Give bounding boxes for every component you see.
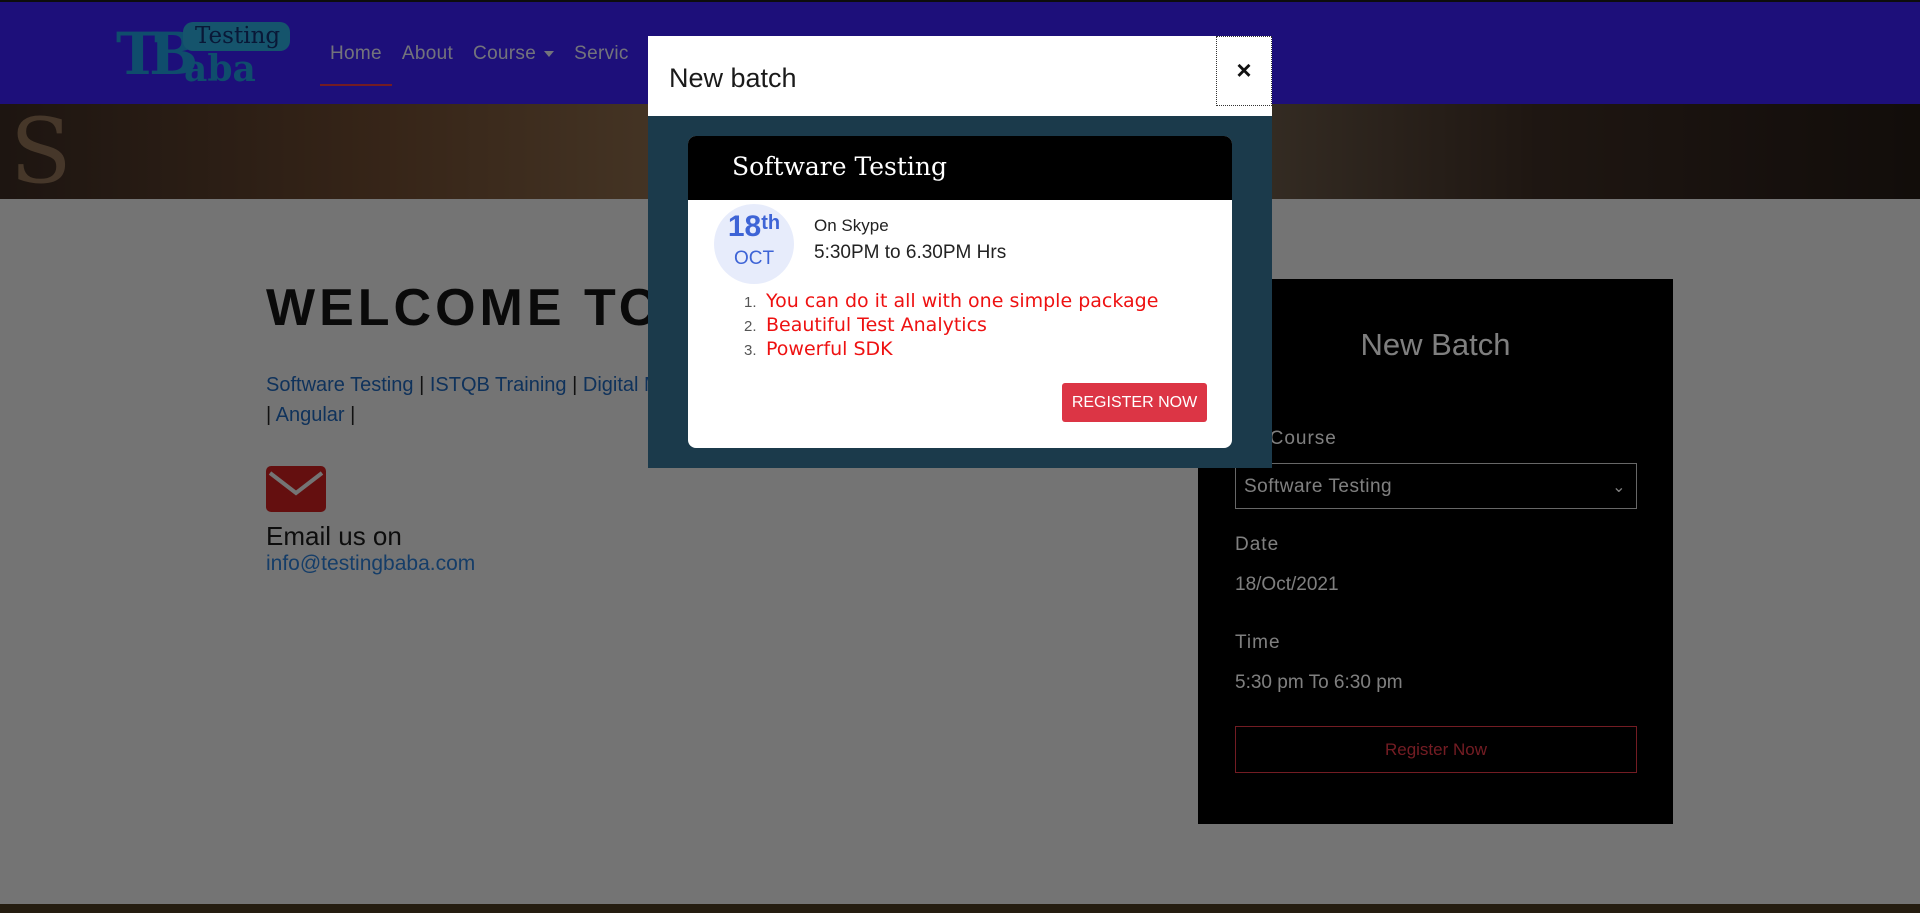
card-header: Software Testing [688,136,1232,200]
close-icon: × [1236,55,1252,85]
date-badge: 18th OCT [714,204,794,284]
list-item-number: 2. [744,318,757,335]
new-batch-modal: New batch × Software Testing 18th OCT On… [648,36,1272,468]
session-time: 5:30PM to 6.30PM Hrs [814,242,1007,263]
modal-title: New batch [669,63,797,93]
modal-header: New batch × [648,36,1272,116]
feature-list: 1. You can do it all with one simple pack… [744,290,1158,362]
list-item: 1. You can do it all with one simple pack… [744,290,1158,314]
close-button[interactable]: × [1216,36,1272,106]
register-now-button[interactable]: REGISTER NOW [1062,383,1207,422]
batch-card: Software Testing 18th OCT On Skype 5:30P… [688,136,1232,448]
card-heading: Software Testing [732,152,947,181]
list-item: 2. Beautiful Test Analytics [744,314,1158,338]
list-item-number: 1. [744,294,757,311]
list-item-text: Beautiful Test Analytics [766,314,987,336]
list-item-text: Powerful SDK [766,338,893,360]
date-day-number: 18 [727,210,762,243]
list-item-text: You can do it all with one simple packag… [766,290,1159,312]
date-day-suffix: th [761,212,781,234]
date-month: OCT [733,248,775,269]
list-item-number: 3. [744,342,757,359]
session-location: On Skype [814,216,889,235]
list-item: 3. Powerful SDK [744,338,1158,362]
date-day: 18th [714,210,794,244]
